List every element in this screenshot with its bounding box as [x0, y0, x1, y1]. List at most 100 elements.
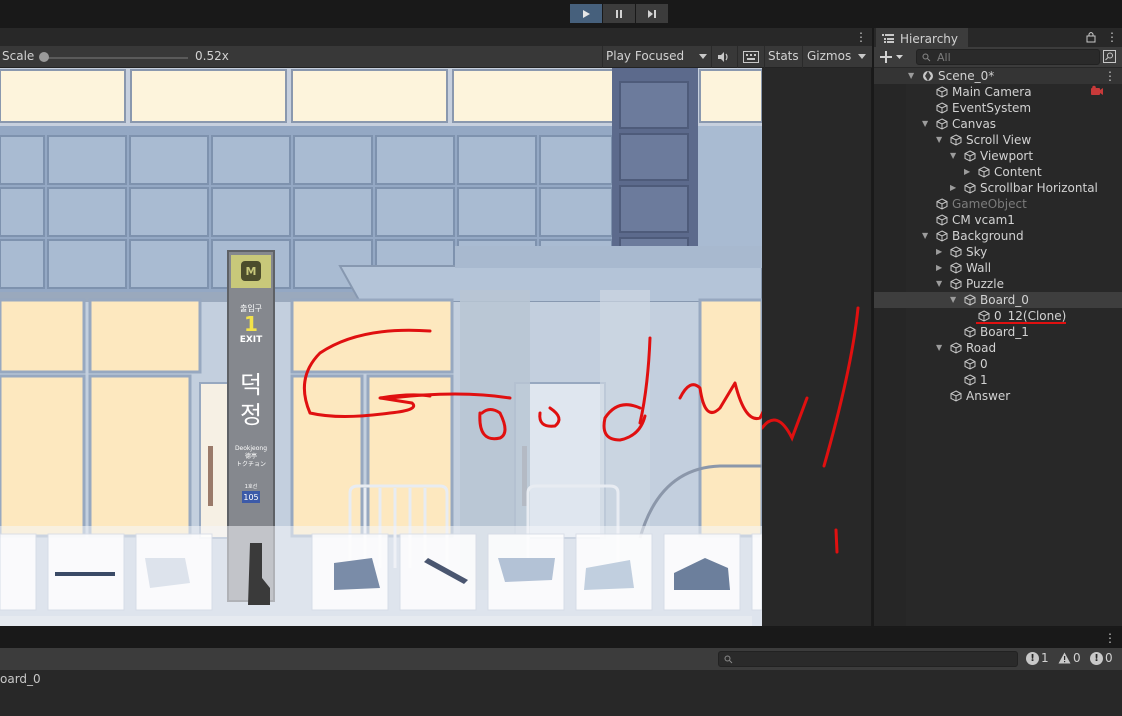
play-button[interactable]: [570, 4, 602, 23]
gameobject-cube-icon: [950, 246, 962, 258]
hierarchy-row[interactable]: ▼ Canvas: [874, 116, 1122, 132]
camera-warning-icon[interactable]: [1090, 85, 1104, 97]
console-tabbar: ⋮: [0, 628, 1122, 648]
stats-button[interactable]: Stats: [768, 49, 799, 63]
hierarchy-tab[interactable]: Hierarchy: [876, 28, 968, 47]
error-count: 0: [1105, 651, 1113, 665]
scene-row[interactable]: ▼ Scene_0* ⋮: [874, 68, 1122, 84]
hierarchy-row-label: Board_1: [980, 325, 1029, 339]
info-count-toggle[interactable]: ! 1: [1026, 651, 1049, 665]
gameobject-cube-icon: [936, 86, 948, 98]
scale-slider-handle[interactable]: [39, 52, 49, 62]
gameobject-cube-icon: [950, 342, 962, 354]
scale-value: 0.52x: [195, 49, 229, 63]
gameobject-cube-icon: [950, 262, 962, 274]
console-toolbar: ! 1 0 ! 0: [0, 648, 1122, 670]
console-message[interactable]: oard_0: [0, 672, 41, 686]
scale-slider[interactable]: [42, 57, 188, 59]
pause-button[interactable]: [603, 4, 635, 23]
pause-icon: [616, 9, 622, 18]
gameobject-cube-icon: [936, 198, 948, 210]
hierarchy-row[interactable]: 1: [874, 372, 1122, 388]
error-count-toggle[interactable]: ! 0: [1090, 651, 1113, 665]
more-options-icon[interactable]: ⋮: [1104, 70, 1116, 82]
more-options-icon[interactable]: ⋮: [855, 31, 867, 43]
gameobject-cube-icon: [978, 310, 990, 322]
hierarchy-row[interactable]: 0: [874, 356, 1122, 372]
sign-line-label: 1호선: [245, 483, 258, 490]
red-annotation-overflow: [762, 306, 860, 554]
hierarchy-row[interactable]: ▼ Background: [874, 228, 1122, 244]
hierarchy-row[interactable]: ▶ Wall: [874, 260, 1122, 276]
expand-arrow-closed-icon[interactable]: ▶: [936, 244, 946, 260]
gameobject-cube-icon: [964, 150, 976, 162]
expand-arrow-open-icon[interactable]: ▼: [908, 68, 918, 84]
search-icon: [922, 53, 931, 62]
expand-arrow-closed-icon[interactable]: ▶: [936, 260, 946, 276]
hierarchy-tabbar: Hierarchy ⋮: [874, 28, 1122, 47]
game-view-tabrow: ⋮: [0, 28, 872, 46]
hierarchy-row[interactable]: EventSystem: [874, 100, 1122, 116]
hierarchy-row[interactable]: ▼ Board_0: [874, 292, 1122, 308]
keyboard-icon[interactable]: [743, 51, 759, 63]
expand-arrow-open-icon[interactable]: ▼: [936, 132, 946, 148]
sign-hanja: 德亭: [245, 452, 257, 460]
hierarchy-row[interactable]: ▶ Scrollbar Horizontal: [874, 180, 1122, 196]
expand-arrow-open-icon[interactable]: ▼: [950, 292, 960, 308]
hierarchy-row[interactable]: ▶ Sky: [874, 244, 1122, 260]
expand-arrow-closed-icon[interactable]: ▶: [964, 164, 974, 180]
expand-arrow-open-icon[interactable]: ▼: [936, 276, 946, 292]
hierarchy-row[interactable]: ▼ Puzzle: [874, 276, 1122, 292]
scale-label: Scale: [2, 49, 35, 63]
gameobject-cube-icon: [950, 134, 962, 146]
expand-arrow-open-icon[interactable]: ▼: [950, 148, 960, 164]
gameobject-cube-icon: [964, 182, 976, 194]
hierarchy-row-label: Road: [966, 341, 997, 355]
warning-count-toggle[interactable]: 0: [1058, 651, 1081, 665]
hierarchy-row-label: Background: [952, 229, 1024, 243]
hierarchy-row[interactable]: ▶ Content: [874, 164, 1122, 180]
play-mode-dropdown[interactable]: Play Focused: [606, 49, 684, 63]
sign-station-char-2: 정: [240, 401, 262, 429]
hierarchy-search-placeholder: All: [937, 51, 951, 64]
expand-arrow-open-icon[interactable]: ▼: [922, 228, 932, 244]
hierarchy-row[interactable]: GameObject: [874, 196, 1122, 212]
chevron-down-icon[interactable]: [858, 54, 866, 60]
more-options-icon[interactable]: ⋮: [1106, 31, 1118, 43]
hierarchy-row[interactable]: 0_12(Clone): [874, 308, 1122, 324]
info-count: 1: [1041, 651, 1049, 665]
scene-search-icon[interactable]: [1103, 50, 1116, 63]
lock-icon[interactable]: [1086, 31, 1096, 43]
hierarchy-row-label: Puzzle: [966, 277, 1004, 291]
hierarchy-row-label: CM vcam1: [952, 213, 1015, 227]
chevron-down-icon[interactable]: [896, 55, 903, 60]
sign-station-char-1: 덕: [240, 371, 262, 399]
game-viewport[interactable]: M 출입구 1 EXIT 덕 정 Deokjeong 德亭 トクチョン 1호선 …: [0, 68, 762, 626]
step-button[interactable]: [636, 4, 668, 23]
audio-icon[interactable]: [716, 50, 730, 64]
expand-arrow-closed-icon[interactable]: ▶: [950, 180, 960, 196]
hierarchy-row[interactable]: CM vcam1: [874, 212, 1122, 228]
plus-icon[interactable]: [880, 51, 892, 63]
hierarchy-row[interactable]: Answer: [874, 388, 1122, 404]
hierarchy-row[interactable]: ▼ Viewport: [874, 148, 1122, 164]
hierarchy-row[interactable]: ▼ Road: [874, 340, 1122, 356]
hierarchy-row[interactable]: Main Camera: [874, 84, 1122, 100]
hierarchy-row-label: GameObject: [952, 197, 1027, 211]
hierarchy-panel: Hierarchy ⋮ All ▼ Scene_0* ⋮ Main Camera Eve…: [874, 28, 1122, 626]
more-options-icon[interactable]: ⋮: [1104, 632, 1116, 644]
expand-arrow-open-icon[interactable]: ▼: [922, 116, 932, 132]
unity-scene-icon: [922, 70, 934, 82]
step-icon: [648, 9, 656, 18]
console-search-input[interactable]: [718, 651, 1018, 667]
info-icon: !: [1026, 651, 1039, 665]
expand-arrow-open-icon[interactable]: ▼: [936, 340, 946, 356]
hierarchy-row[interactable]: Board_1: [874, 324, 1122, 340]
gizmos-button[interactable]: Gizmos: [807, 49, 851, 63]
gameobject-cube-icon: [936, 102, 948, 114]
hierarchy-row[interactable]: ▼ Scroll View: [874, 132, 1122, 148]
gameobject-cube-icon: [964, 294, 976, 306]
hierarchy-toolbar: All: [874, 47, 1122, 67]
hierarchy-row-label: Canvas: [952, 117, 997, 131]
hierarchy-search-input[interactable]: All: [916, 49, 1100, 65]
